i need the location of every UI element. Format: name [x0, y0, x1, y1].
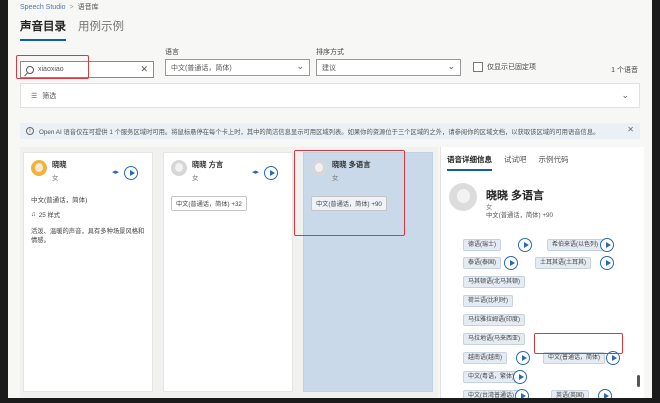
breadcrumb-current: 语音库: [77, 4, 99, 11]
play-button[interactable]: [124, 166, 138, 180]
language-value: 中文(普通话，简体): [171, 64, 232, 72]
chevron-down-icon[interactable]: ⌄: [621, 90, 629, 101]
language-chip: 中文(普通话，简体) +32: [171, 196, 247, 211]
voice-gender: 女: [52, 175, 59, 182]
tab-voice-details[interactable]: 语音详细信息: [447, 154, 492, 171]
play-button[interactable]: [600, 256, 614, 270]
voice-styles: ♫ 25 样式: [31, 210, 145, 219]
sort-select[interactable]: 建议 ⌄: [316, 59, 461, 76]
filter-bar[interactable]: ☰ 筛选 ⌄: [20, 83, 640, 108]
pinned-only-checkbox-row[interactable]: 仅显示已固定项: [473, 62, 536, 72]
panel-scrollbar[interactable]: [637, 375, 640, 387]
language-chip: 中文(粤语，繁体): [463, 371, 519, 383]
tab-voice-catalog[interactable]: 声音目录: [20, 18, 66, 41]
info-text: Open AI 语音仅在可提供 1 个服务区域时可用。将鼠标悬停在每个卡上时，其…: [39, 128, 600, 136]
voice-name: 晓晓: [52, 160, 67, 169]
play-button[interactable]: [504, 256, 518, 270]
language-chip: 泰语(泰国): [463, 257, 501, 269]
styles-icon: ♫: [31, 211, 36, 218]
pinned-only-checkbox[interactable]: [473, 62, 483, 72]
chevron-down-icon: ⌄: [296, 61, 304, 71]
voice-gender: 女: [192, 175, 199, 182]
voice-card-xiaoxiao-dialect[interactable]: 晓晓 方言 女 ◂▸ 中文(普通话，简体) +32: [163, 152, 293, 392]
language-chip: 德语(瑞士): [463, 239, 501, 251]
language-chip: 越南语(越南): [463, 352, 507, 364]
voice-detail-panel: 语音详细信息 试试吧 示例代码 晓晓 多语言 女 中文(普通话，简体) +90 …: [440, 147, 644, 398]
language-label: 语言: [165, 49, 179, 56]
close-icon[interactable]: ✕: [627, 125, 634, 134]
panel-voice-name: 晓晓 多语言: [486, 190, 545, 202]
sort-label: 排序方式: [316, 49, 344, 56]
tab-use-case-examples[interactable]: 用例示例: [78, 18, 124, 41]
language-chip: 马拉地语(马来西亚): [463, 333, 525, 345]
language-chip: 中文(台湾普通话): [463, 390, 519, 398]
avatar: [31, 160, 47, 176]
waveform-icon: ◂▸: [111, 169, 119, 176]
avatar: [171, 160, 187, 176]
language-chip: 马其顿语(北马其顿): [463, 276, 525, 288]
play-button[interactable]: [518, 238, 532, 252]
language-chip: 马拉雅拉姆语(印度): [463, 314, 525, 326]
waveform-icon: ◂▸: [251, 169, 259, 176]
speech-studio-voice-gallery: Speech Studio > 语音库 声音目录 用例示例 xiaoxiao ✕…: [8, 0, 652, 398]
breadcrumb: Speech Studio > 语音库: [20, 2, 99, 12]
language-chip: 希伯来语(以色列): [547, 239, 603, 251]
chevron-down-icon: ⌄: [447, 61, 455, 71]
panel-voice-language: 中文(普通话，简体) +90: [486, 212, 553, 219]
voice-description: 活泼、温暖的声音，具有多种场景风格和情感。: [31, 228, 145, 244]
breadcrumb-separator: >: [69, 3, 74, 11]
play-button[interactable]: [516, 351, 530, 365]
avatar: [449, 183, 477, 211]
annotation-highlight-language-chip: [534, 333, 623, 354]
play-button[interactable]: [598, 389, 612, 398]
clear-icon[interactable]: ✕: [140, 64, 148, 75]
play-button[interactable]: [264, 166, 278, 180]
play-button[interactable]: [600, 238, 614, 252]
language-chip: 英语(英国): [551, 390, 589, 398]
panel-tabs: 语音详细信息 试试吧 示例代码: [447, 154, 569, 171]
play-button[interactable]: [515, 389, 529, 398]
voice-name: 晓晓 方言: [192, 160, 224, 169]
pinned-only-label: 仅显示已固定项: [487, 64, 536, 71]
info-icon: i: [26, 127, 34, 135]
filter-label: 筛选: [42, 92, 57, 100]
voice-count: 1 个语音: [611, 67, 638, 74]
tab-try-it[interactable]: 试试吧: [504, 154, 527, 171]
info-banner: i Open AI 语音仅在可提供 1 个服务区域时可用。将鼠标悬停在每个卡上时…: [20, 123, 640, 139]
page-tabs: 声音目录 用例示例: [20, 18, 124, 41]
sort-value: 建议: [322, 64, 336, 72]
play-button[interactable]: [513, 370, 527, 384]
language-chip: 荷兰语(比利时): [463, 295, 513, 307]
filter-icon: ☰: [31, 92, 38, 100]
styles-count: 25 样式: [38, 212, 61, 219]
language-select[interactable]: 中文(普通话，简体) ⌄: [165, 59, 310, 76]
annotation-highlight-card: [294, 150, 405, 236]
voice-card-xiaoxiao[interactable]: 晓晓 女 ◂▸ 中文(普通话，简体) ♫ 25 样式 活泼、温暖的声音，具有多种…: [23, 152, 153, 392]
breadcrumb-root[interactable]: Speech Studio: [20, 4, 66, 11]
language-chip: 土耳其语(土耳其): [535, 257, 591, 269]
voice-language: 中文(普通话，简体): [31, 197, 88, 204]
annotation-highlight-search: [16, 55, 89, 79]
tab-sample-code[interactable]: 示例代码: [539, 154, 569, 171]
